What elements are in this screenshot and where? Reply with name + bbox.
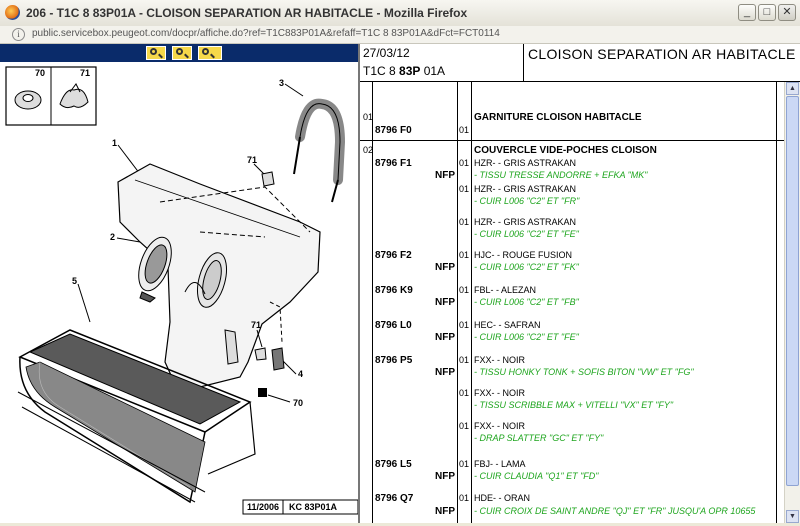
info-icon[interactable]: i [12, 28, 25, 41]
group-rule [360, 140, 784, 141]
part-code[interactable]: 8796 K9 [375, 285, 413, 296]
part-code[interactable]: 8796 Q7 [375, 493, 413, 504]
callout-71-box: 71 [80, 68, 90, 78]
part-spec: - CUIR L006 "C2" ET "FR" [474, 196, 579, 206]
part-desc: HDE- - ORAN [474, 493, 530, 503]
diagram-date: 11/2006 [247, 502, 279, 512]
part-qty: 01 [459, 285, 469, 295]
nfp-label: NFP [435, 471, 455, 482]
part-qty: 01 [459, 158, 469, 168]
part-qty: 01 [459, 459, 469, 469]
part-qty: 01 [459, 125, 469, 135]
part-spec: - TISSU TRESSE ANDORRE + EFKA "MK" [474, 170, 648, 180]
group-number: 01 [363, 112, 373, 122]
callout-1: 1 [112, 138, 117, 148]
part-spec: - CUIR L006 "C2" ET "FE" [474, 332, 579, 342]
part-spec: - TISSU SCRIBBLE MAX + VITELLI "VX" ET "… [474, 400, 673, 410]
header-code: T1C 8 83P 01A [363, 64, 445, 78]
group-title: COUVERCLE VIDE-POCHES CLOISON [474, 145, 657, 156]
part-qty: 01 [459, 355, 469, 365]
callout-5: 5 [72, 276, 77, 286]
window-title: 206 - T1C 8 83P01A - CLOISON SEPARATION … [26, 6, 467, 20]
parts-panel: 27/03/12 T1C 8 83P 01A CLOISON SEPARATIO… [360, 44, 800, 523]
maximize-button[interactable]: □ [758, 4, 776, 21]
zoom-in-button[interactable] [146, 46, 166, 60]
firefox-icon [5, 5, 20, 20]
part-desc: HJC- - ROUGE FUSION [474, 250, 572, 260]
part-desc: HZR- - GRIS ASTRAKAN [474, 158, 576, 168]
callout-71-top: 71 [247, 155, 257, 165]
part-desc: FBL- - ALEZAN [474, 285, 536, 295]
part-desc: FXX- - NOIR [474, 421, 525, 431]
part-desc: FBJ- - LAMA [474, 459, 526, 469]
part-spec: - CUIR CLAUDIA "Q1" ET "FD" [474, 471, 598, 481]
callout-4: 4 [298, 369, 303, 379]
diagram-ref: KC 83P01A [289, 502, 338, 512]
url-text[interactable]: public.servicebox.peugeot.com/docpr/affi… [32, 28, 500, 39]
vertical-scrollbar[interactable]: ▲ ▼ [784, 82, 800, 523]
part-qty: 01 [459, 421, 469, 431]
part-spec: - CUIR CROIX DE SAINT ANDRE "QJ" ET "FR"… [474, 506, 755, 516]
nfp-label: NFP [435, 367, 455, 378]
nfp-label: NFP [435, 297, 455, 308]
scroll-up-icon[interactable]: ▲ [786, 82, 799, 95]
part-code[interactable]: 8796 L5 [375, 459, 412, 470]
part-code[interactable]: 8796 L0 [375, 320, 412, 331]
close-button[interactable]: ✕ [778, 4, 796, 21]
parts-table: 01 GARNITURE CLOISON HABITACLE 8796 F0 0… [360, 82, 784, 523]
callout-70-box: 70 [35, 68, 45, 78]
part-desc: HZR- - GRIS ASTRAKAN [474, 217, 576, 227]
header-title: CLOISON SEPARATION AR HABITACLE [528, 46, 796, 62]
viewer-toolbar [0, 44, 358, 62]
nfp-label: NFP [435, 332, 455, 343]
pan-zoom-icon [202, 48, 209, 55]
part-qty: 01 [459, 320, 469, 330]
nfp-label: NFP [435, 262, 455, 273]
nfp-label: NFP [435, 170, 455, 181]
page-content: 70 71 3 1 71 [0, 44, 800, 523]
part-desc: HZR- - GRIS ASTRAKAN [474, 184, 576, 194]
zoom-in-icon [150, 48, 157, 55]
exploded-diagram: 70 71 3 1 71 [0, 62, 358, 523]
callout-3: 3 [279, 78, 284, 88]
title-bar: 206 - T1C 8 83P01A - CLOISON SEPARATION … [0, 0, 800, 27]
part-spec: - TISSU HONKY TONK + SOFIS BITON "VW" ET… [474, 367, 694, 377]
part-qty: 01 [459, 250, 469, 260]
part-desc: FXX- - NOIR [474, 355, 525, 365]
part-code[interactable]: 8796 P5 [375, 355, 412, 366]
part-code[interactable]: 8796 F1 [375, 158, 412, 169]
part-desc: FXX- - NOIR [474, 388, 525, 398]
group-title: GARNITURE CLOISON HABITACLE [474, 112, 642, 123]
part-qty: 01 [459, 388, 469, 398]
part-qty: 01 [459, 184, 469, 194]
diagram-svg: 70 71 3 1 71 [0, 62, 358, 523]
pan-zoom-button[interactable] [198, 46, 222, 60]
callout-71-lower: 71 [251, 320, 261, 330]
address-bar[interactable]: i public.servicebox.peugeot.com/docpr/af… [0, 26, 800, 44]
part-qty: 01 [459, 217, 469, 227]
header-divider [523, 44, 524, 82]
scroll-down-icon[interactable]: ▼ [786, 510, 799, 523]
header-date: 27/03/12 [363, 46, 410, 60]
part-spec: - DRAP SLATTER "GC" ET "FY" [474, 433, 603, 443]
zoom-out-button[interactable] [172, 46, 192, 60]
part-code[interactable]: 8796 F0 [375, 125, 412, 136]
callout-70-lower: 70 [293, 398, 303, 408]
callout-2: 2 [110, 232, 115, 242]
part-spec: - CUIR L006 "C2" ET "FK" [474, 262, 579, 272]
group-number: 02 [363, 145, 373, 155]
nfp-label: NFP [435, 506, 455, 517]
part-spec: - CUIR L006 "C2" ET "FE" [474, 229, 579, 239]
scroll-thumb[interactable] [786, 96, 799, 486]
part-qty: 01 [459, 493, 469, 503]
part-desc: HEC- - SAFRAN [474, 320, 541, 330]
minimize-button[interactable]: _ [738, 4, 756, 21]
zoom-out-icon [176, 48, 183, 55]
part-code[interactable]: 8796 F2 [375, 250, 412, 261]
part-spec: - CUIR L006 "C2" ET "FB" [474, 297, 579, 307]
